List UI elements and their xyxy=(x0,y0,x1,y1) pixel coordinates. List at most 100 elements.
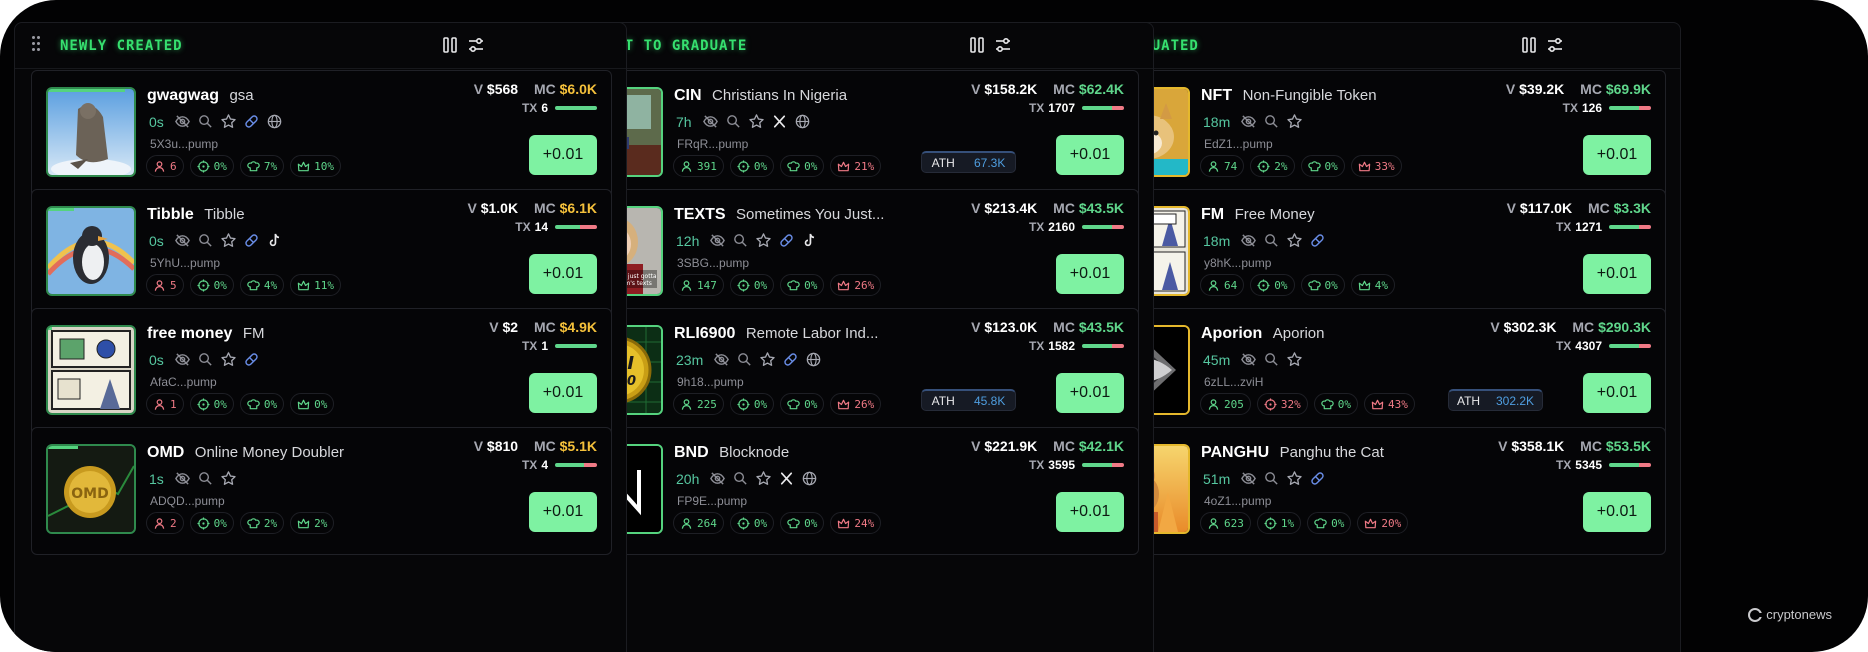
pill-icon[interactable] xyxy=(778,232,795,249)
pill-icon[interactable] xyxy=(782,351,799,368)
star-icon[interactable] xyxy=(220,351,237,368)
token-card[interactable]: RLI6900 RLI6900 Remote Labor Ind... 23m … xyxy=(558,308,1139,436)
quick-buy-button[interactable]: +0.01 xyxy=(1583,254,1651,294)
token-address[interactable]: FRqR...pump xyxy=(677,137,748,151)
token-image[interactable] xyxy=(46,87,136,177)
eye-off-icon[interactable] xyxy=(709,470,726,487)
filter-settings-icon[interactable] xyxy=(466,35,486,55)
token-card[interactable]: BND Blocknode 20h FP9E...pump 264 0% 0% … xyxy=(558,427,1139,555)
pill-icon[interactable] xyxy=(243,113,260,130)
token-card[interactable]: Sometimes you just gottaread your mom's … xyxy=(558,189,1139,317)
filter-settings-icon[interactable] xyxy=(993,35,1013,55)
eye-off-icon[interactable] xyxy=(1240,470,1257,487)
search-icon[interactable] xyxy=(197,113,214,130)
quick-buy-button[interactable]: +0.01 xyxy=(1583,492,1651,532)
star-icon[interactable] xyxy=(220,232,237,249)
token-ticker[interactable]: BND xyxy=(674,444,709,461)
token-ticker[interactable]: TEXTS xyxy=(674,206,726,223)
star-icon[interactable] xyxy=(220,470,237,487)
search-icon[interactable] xyxy=(197,232,214,249)
pill-icon[interactable] xyxy=(1309,470,1326,487)
token-ticker[interactable]: Aporion xyxy=(1201,325,1262,342)
search-icon[interactable] xyxy=(725,113,742,130)
search-icon[interactable] xyxy=(197,351,214,368)
search-icon[interactable] xyxy=(732,470,749,487)
token-card[interactable]: Tibble Tibble 0s 5YhU...pump 5 0% 4% 11%… xyxy=(31,189,612,317)
search-icon[interactable] xyxy=(1263,232,1280,249)
globe-icon[interactable] xyxy=(805,351,822,368)
globe-icon[interactable] xyxy=(266,113,283,130)
eye-off-icon[interactable] xyxy=(174,113,191,130)
x-icon[interactable] xyxy=(771,113,788,130)
quick-buy-button[interactable]: +0.01 xyxy=(1056,492,1124,532)
token-card[interactable]: PANGHU Panghu the Cat 51m 4oZ1...pump 62… xyxy=(1085,427,1666,555)
search-icon[interactable] xyxy=(1263,113,1280,130)
pause-icon[interactable] xyxy=(967,35,987,55)
eye-off-icon[interactable] xyxy=(174,470,191,487)
token-card[interactable]: FM Free Money 18m y8hK...pump 64 0% 0% 4… xyxy=(1085,189,1666,317)
quick-buy-button[interactable]: +0.01 xyxy=(1056,254,1124,294)
search-icon[interactable] xyxy=(736,351,753,368)
token-ticker[interactable]: FM xyxy=(1201,206,1224,223)
eye-off-icon[interactable] xyxy=(709,232,726,249)
star-icon[interactable] xyxy=(1286,232,1303,249)
token-ticker[interactable]: OMD xyxy=(147,444,184,461)
quick-buy-button[interactable]: +0.01 xyxy=(1056,373,1124,413)
token-address[interactable]: 6zLL...zviH xyxy=(1204,375,1263,389)
search-icon[interactable] xyxy=(197,470,214,487)
eye-off-icon[interactable] xyxy=(713,351,730,368)
quick-buy-button[interactable]: +0.01 xyxy=(529,373,597,413)
search-icon[interactable] xyxy=(732,232,749,249)
filter-settings-icon[interactable] xyxy=(1545,35,1565,55)
star-icon[interactable] xyxy=(220,113,237,130)
eye-off-icon[interactable] xyxy=(174,232,191,249)
token-address[interactable]: FP9E...pump xyxy=(677,494,747,508)
token-address[interactable]: 9h18...pump xyxy=(677,375,744,389)
star-icon[interactable] xyxy=(759,351,776,368)
token-ticker[interactable]: gwagwag xyxy=(147,87,219,104)
quick-buy-button[interactable]: +0.01 xyxy=(1056,135,1124,175)
token-address[interactable]: ADQD...pump xyxy=(150,494,225,508)
star-icon[interactable] xyxy=(1286,351,1303,368)
token-card[interactable]: NFT Non-Fungible Token 18m EdZ1...pump 7… xyxy=(1085,70,1666,198)
search-icon[interactable] xyxy=(1263,470,1280,487)
pill-icon[interactable] xyxy=(243,351,260,368)
star-icon[interactable] xyxy=(1286,470,1303,487)
search-icon[interactable] xyxy=(1263,351,1280,368)
pill-icon[interactable] xyxy=(243,232,260,249)
token-address[interactable]: 5YhU...pump xyxy=(150,256,220,270)
pause-icon[interactable] xyxy=(1519,35,1539,55)
token-image[interactable] xyxy=(46,325,136,415)
token-card[interactable]: Aporion Aporion 45m 6zLL...zviH 205 32% … xyxy=(1085,308,1666,436)
token-ticker[interactable]: Tibble xyxy=(147,206,194,223)
tiktok-icon[interactable] xyxy=(266,232,283,249)
x-icon[interactable] xyxy=(778,470,795,487)
drag-handle-icon[interactable] xyxy=(32,36,42,54)
star-icon[interactable] xyxy=(755,470,772,487)
token-ticker[interactable]: PANGHU xyxy=(1201,444,1269,461)
pause-icon[interactable] xyxy=(440,35,460,55)
eye-off-icon[interactable] xyxy=(1240,232,1257,249)
token-ticker[interactable]: CIN xyxy=(674,87,702,104)
eye-off-icon[interactable] xyxy=(1240,351,1257,368)
token-ticker[interactable]: RLI6900 xyxy=(674,325,735,342)
token-card[interactable]: gwagwag gsa 0s 5X3u...pump 6 0% 7% 10% V… xyxy=(31,70,612,198)
token-card[interactable]: free money FM 0s AfaC...pump 1 0% 0% 0% … xyxy=(31,308,612,436)
token-address[interactable]: EdZ1...pump xyxy=(1204,137,1273,151)
quick-buy-button[interactable]: +0.01 xyxy=(529,492,597,532)
token-ticker[interactable]: free money xyxy=(147,325,232,342)
star-icon[interactable] xyxy=(755,232,772,249)
token-card[interactable]: CIN Christians In Nigeria 7h FRqR...pump… xyxy=(558,70,1139,198)
globe-icon[interactable] xyxy=(801,470,818,487)
eye-off-icon[interactable] xyxy=(174,351,191,368)
token-card[interactable]: OMD OMD Online Money Doubler 1s ADQD...p… xyxy=(31,427,612,555)
token-ticker[interactable]: NFT xyxy=(1201,87,1232,104)
quick-buy-button[interactable]: +0.01 xyxy=(1583,135,1651,175)
pill-icon[interactable] xyxy=(1309,232,1326,249)
token-address[interactable]: AfaC...pump xyxy=(150,375,217,389)
quick-buy-button[interactable]: +0.01 xyxy=(529,135,597,175)
token-address[interactable]: y8hK...pump xyxy=(1204,256,1271,270)
token-address[interactable]: 3SBG...pump xyxy=(677,256,749,270)
eye-off-icon[interactable] xyxy=(1240,113,1257,130)
star-icon[interactable] xyxy=(1286,113,1303,130)
